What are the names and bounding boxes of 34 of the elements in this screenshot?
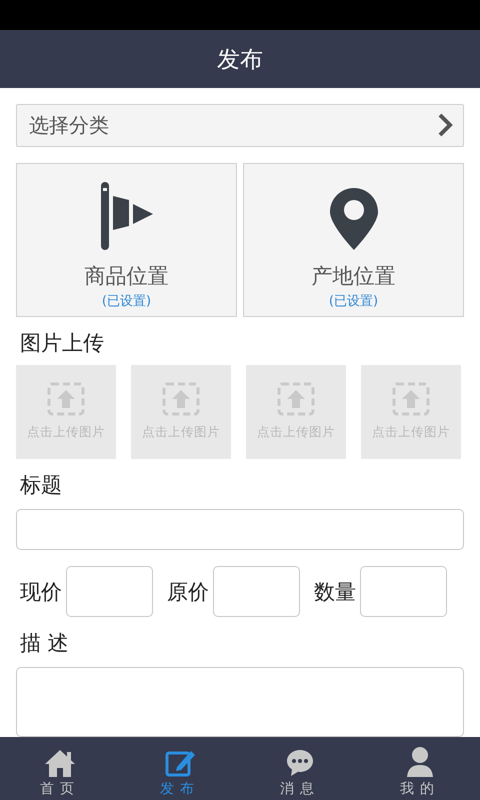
price-input[interactable] xyxy=(66,566,153,617)
category-selector[interactable]: 选择分类 xyxy=(16,104,464,147)
location-status: (已设置) xyxy=(328,292,378,310)
user-icon xyxy=(406,747,434,777)
category-label: 选择分类 xyxy=(29,112,109,139)
price-input[interactable] xyxy=(213,566,300,617)
price-label: 原价 xyxy=(167,578,209,606)
tab[interactable]: 消息 xyxy=(240,737,360,800)
field-label: 描 述 xyxy=(20,630,70,657)
location-label: 产地位置 xyxy=(312,262,396,290)
location-card[interactable]: 商品位置 (已设置) xyxy=(16,162,237,317)
chevron-right-icon xyxy=(437,112,453,138)
title-input[interactable] xyxy=(16,508,464,550)
location-card[interactable]: 产地位置 (已设置) xyxy=(243,162,464,317)
upload-icon xyxy=(162,382,200,416)
upload-icon xyxy=(47,382,85,416)
location-status: (已设置) xyxy=(102,292,152,310)
field-label: 标题 xyxy=(20,472,63,499)
home-icon xyxy=(44,749,76,777)
price-label: 数量 xyxy=(314,578,356,606)
tab[interactable]: 我的 xyxy=(360,737,480,800)
section-title: 图片上传 xyxy=(20,330,105,357)
price-label: 现价 xyxy=(20,578,62,606)
map-pin-icon xyxy=(330,188,378,250)
upload-icon xyxy=(392,382,430,416)
location-label: 商品位置 xyxy=(84,262,168,290)
description-input[interactable] xyxy=(16,667,464,737)
price-input[interactable] xyxy=(360,566,447,617)
tab[interactable]: 首页 xyxy=(0,737,120,800)
upload-icon xyxy=(277,382,315,416)
page-title: 发布 xyxy=(217,46,263,74)
flag-icon xyxy=(98,182,154,250)
chat-icon xyxy=(286,749,314,777)
edit-icon xyxy=(165,749,195,777)
